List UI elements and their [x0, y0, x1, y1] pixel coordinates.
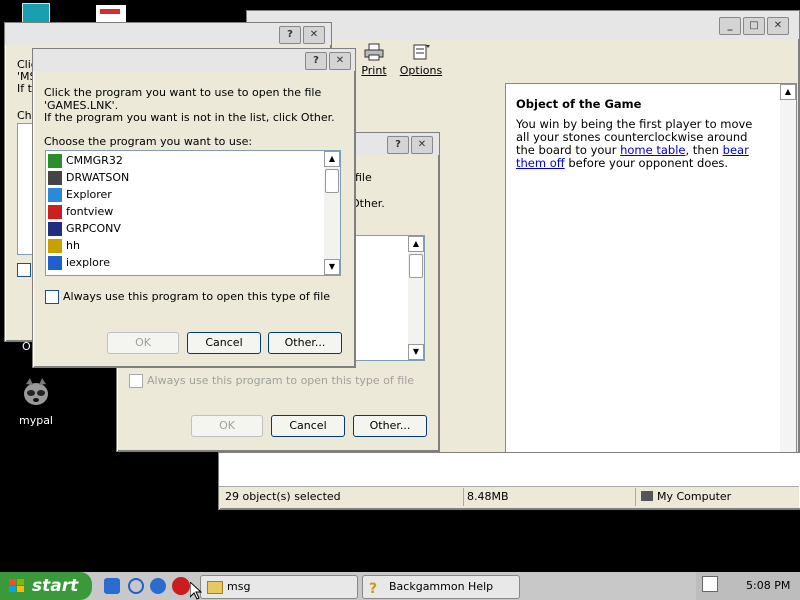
desktop-icon-top[interactable]: [96, 5, 126, 23]
help-paragraph: You win by being the first player to mov…: [516, 117, 753, 170]
program-name: DRWATSON: [66, 171, 130, 184]
program-list-item[interactable]: Explorer: [48, 186, 112, 203]
program-name: fontview: [66, 205, 114, 218]
program-name: Explorer: [66, 188, 112, 201]
options-icon: [413, 44, 430, 60]
options-button[interactable]: Options: [399, 43, 443, 79]
dialog-back-2-file-text: file: [355, 171, 372, 184]
open-with-dialog: ? ✕ Click the program you want to use to…: [32, 48, 356, 368]
iexplore-icon: [48, 256, 62, 270]
cancel-button[interactable]: Cancel: [187, 332, 261, 354]
clock[interactable]: 5:08 PM: [746, 579, 790, 592]
always-use-checkbox[interactable]: [45, 290, 59, 304]
printer-icon: [364, 43, 384, 61]
choose-program-label: Choose the program you want to use:: [44, 135, 253, 148]
dialog-back-2-cancel-button[interactable]: Cancel: [271, 415, 345, 437]
minimize-button[interactable]: _: [719, 17, 741, 35]
mypal-icon[interactable]: [20, 376, 52, 408]
task-button-msg[interactable]: msg: [200, 575, 358, 599]
dialog-back-2-always-checkbox[interactable]: [129, 374, 143, 388]
mypal-label: mypal: [18, 414, 53, 427]
mouse-cursor-icon: [190, 582, 202, 600]
quicklaunch-ie-icon[interactable]: [128, 578, 144, 594]
always-use-label: Always use this program to open this typ…: [63, 290, 331, 303]
program-list-scrollbar[interactable]: ▲ ▼: [324, 151, 340, 275]
program-list-item[interactable]: iexplore: [48, 254, 110, 271]
close-button[interactable]: ✕: [303, 26, 325, 44]
program-list-item[interactable]: hh: [48, 237, 80, 254]
program-list[interactable]: CMMGR32 DRWATSON Explorer fontview GRPCONV hh…: [45, 150, 341, 276]
dialog-intro-text: Click the program you want to use to ope…: [44, 86, 335, 124]
windows-logo-icon: [9, 579, 24, 592]
help-heading: Object of the Game: [516, 97, 642, 111]
quicklaunch-pencil-icon[interactable]: [104, 578, 120, 594]
program-name: hh: [66, 239, 80, 252]
explorer-window: 29 object(s) selected 8.48MB My Computer: [218, 452, 800, 510]
help-button[interactable]: ?: [279, 26, 301, 44]
explorer-statusbar: 29 object(s) selected 8.48MB My Computer: [219, 486, 799, 508]
task-label: msg: [227, 580, 251, 593]
help-button[interactable]: ?: [387, 136, 409, 154]
scroll-down-button[interactable]: ▼: [324, 259, 340, 275]
dialog-back-2-always-label: Always use this program to open this typ…: [147, 374, 415, 387]
program-list-item[interactable]: fontview: [48, 203, 113, 220]
help-icon: ?: [369, 581, 378, 597]
computer-icon: [641, 491, 653, 501]
dialog-back-2-ok-button[interactable]: OK: [191, 415, 263, 437]
maximize-button[interactable]: □: [743, 17, 765, 35]
print-button[interactable]: Print: [359, 43, 389, 79]
grpconv-icon: [48, 222, 62, 236]
program-list-item[interactable]: CMMGR32: [48, 152, 123, 169]
dialog-back-1-choose: Ch: [17, 109, 32, 122]
system-tray: 5:08 PM: [696, 572, 800, 600]
program-list-item[interactable]: DRWATSON: [48, 169, 129, 186]
close-button[interactable]: ✕: [329, 52, 351, 70]
dialog-back-2-other-text: Other.: [351, 197, 385, 210]
help-button[interactable]: ?: [305, 52, 327, 70]
task-button-backgammon-help[interactable]: ? Backgammon Help: [362, 575, 520, 599]
task-label: Backgammon Help: [389, 580, 494, 593]
drwatson-icon: [48, 171, 62, 185]
fontview-icon: [48, 205, 62, 219]
program-name: iexplore: [66, 256, 110, 269]
taskbar: start msg ? Backgammon Help 5:08 PM: [0, 572, 800, 600]
other-button[interactable]: Other...: [268, 332, 342, 354]
quicklaunch-opera-icon[interactable]: [172, 577, 190, 595]
status-size: 8.48MB: [467, 490, 509, 503]
close-button[interactable]: ✕: [411, 136, 433, 154]
folder-icon: [207, 581, 223, 594]
status-objects: 29 object(s) selected: [225, 490, 341, 503]
close-button[interactable]: ✕: [767, 17, 789, 35]
print-label: Print: [361, 64, 387, 77]
scroll-up-button[interactable]: ▲: [324, 151, 340, 167]
ok-button[interactable]: OK: [107, 332, 179, 354]
hh-icon: [48, 239, 62, 253]
scroll-thumb[interactable]: [325, 169, 339, 193]
help-content-pane: Object of the Game You win by being the …: [505, 83, 797, 463]
start-button[interactable]: start: [0, 572, 92, 600]
explorer-icon: [48, 188, 62, 202]
start-label: start: [32, 576, 79, 596]
dialog-back-2-scrollbar[interactable]: ▲ ▼: [408, 236, 424, 360]
program-list-item[interactable]: GRPCONV: [48, 220, 121, 237]
options-label: Options: [399, 64, 443, 77]
program-name: CMMGR32: [66, 154, 123, 167]
dialog-back-2-other-button[interactable]: Other...: [353, 415, 427, 437]
tray-network-icon[interactable]: [702, 576, 718, 592]
program-name: GRPCONV: [66, 222, 121, 235]
help-scrollbar[interactable]: ▲: [780, 84, 796, 460]
home-table-link[interactable]: home table: [620, 143, 685, 157]
status-location: My Computer: [657, 490, 732, 503]
cmmgr32-icon: [48, 154, 62, 168]
dialog-back-1-checkbox[interactable]: [17, 263, 31, 277]
quicklaunch-media-icon[interactable]: [150, 578, 166, 594]
